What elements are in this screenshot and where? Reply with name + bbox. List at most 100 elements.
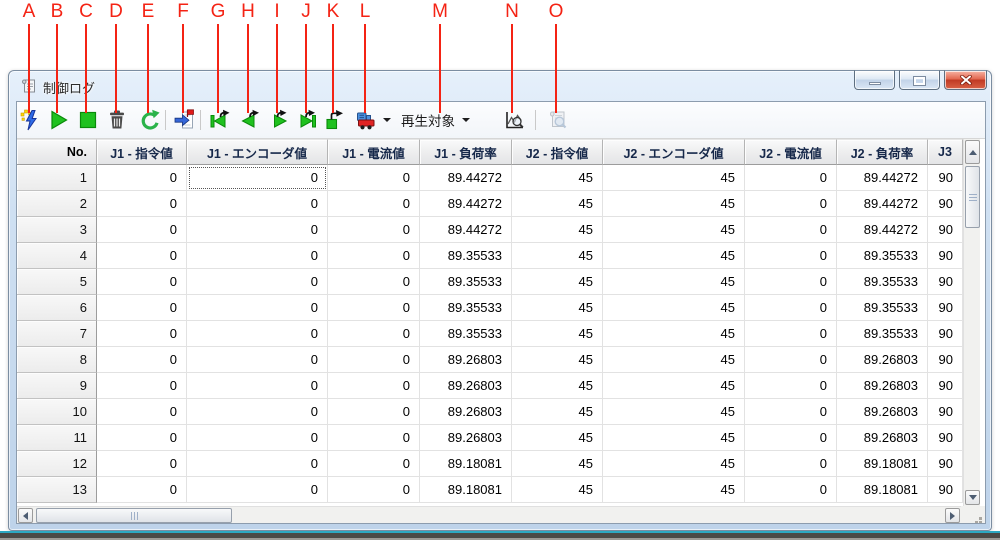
data-cell[interactable]: 0 [328, 321, 420, 347]
data-cell[interactable]: 0 [745, 399, 837, 425]
data-cell[interactable]: 45 [603, 425, 745, 451]
data-cell[interactable]: 0 [187, 451, 328, 477]
scroll-up-button[interactable] [965, 140, 980, 164]
data-cell[interactable]: 89.26803 [837, 373, 928, 399]
data-cell[interactable]: 0 [97, 477, 187, 503]
step-forward-button[interactable] [268, 109, 290, 131]
data-cell[interactable]: 45 [512, 295, 603, 321]
data-cell[interactable]: 90 [928, 425, 963, 451]
resize-grip-icon[interactable] [979, 517, 982, 520]
data-cell[interactable]: 45 [603, 165, 745, 191]
row-header-cell[interactable]: 4 [17, 243, 97, 269]
vertical-scrollbar[interactable] [963, 139, 980, 506]
row-header-cell[interactable]: 10 [17, 399, 97, 425]
row-header-cell[interactable]: 7 [17, 321, 97, 347]
column-header[interactable]: J2 - 電流値 [745, 139, 837, 165]
delete-button[interactable] [106, 109, 128, 131]
data-cell[interactable]: 89.26803 [420, 347, 512, 373]
data-cell[interactable]: 0 [187, 477, 328, 503]
data-cell[interactable]: 45 [603, 243, 745, 269]
data-cell[interactable]: 0 [187, 347, 328, 373]
data-cell[interactable]: 0 [745, 269, 837, 295]
data-cell[interactable]: 0 [97, 191, 187, 217]
data-cell[interactable]: 0 [745, 451, 837, 477]
detail-button[interactable] [547, 109, 569, 131]
maximize-button[interactable] [899, 70, 940, 90]
data-cell[interactable]: 45 [512, 321, 603, 347]
column-header[interactable]: J2 - 負荷率 [837, 139, 928, 165]
column-header[interactable]: J2 - 指令値 [512, 139, 603, 165]
data-cell[interactable]: 0 [745, 191, 837, 217]
data-cell[interactable]: 0 [187, 269, 328, 295]
data-cell[interactable]: 45 [512, 191, 603, 217]
data-cell[interactable]: 89.26803 [837, 425, 928, 451]
column-header[interactable]: J1 - 負荷率 [420, 139, 512, 165]
data-cell[interactable]: 0 [97, 269, 187, 295]
data-cell[interactable]: 90 [928, 269, 963, 295]
data-cell[interactable]: 0 [187, 295, 328, 321]
column-header[interactable]: No. [17, 139, 97, 165]
row-header-cell[interactable]: 6 [17, 295, 97, 321]
scroll-right-button[interactable] [945, 508, 960, 523]
refresh-button[interactable] [139, 109, 161, 131]
data-cell[interactable]: 90 [928, 191, 963, 217]
data-cell[interactable]: 45 [603, 451, 745, 477]
data-cell[interactable]: 0 [328, 347, 420, 373]
data-cell[interactable]: 0 [187, 243, 328, 269]
stop-button[interactable] [77, 109, 99, 131]
data-cell[interactable]: 0 [187, 321, 328, 347]
export-button[interactable] [174, 109, 196, 131]
data-cell[interactable]: 0 [97, 243, 187, 269]
go-last-button[interactable] [297, 109, 319, 131]
title-bar[interactable]: 制御ログ [9, 71, 991, 101]
data-cell[interactable]: 89.35533 [420, 269, 512, 295]
data-cell[interactable]: 45 [512, 269, 603, 295]
data-cell[interactable]: 0 [328, 425, 420, 451]
column-header[interactable]: J2 - エンコーダ値 [603, 139, 745, 165]
data-cell[interactable]: 89.35533 [837, 243, 928, 269]
scroll-down-button[interactable] [965, 490, 980, 505]
data-cell[interactable]: 89.35533 [420, 321, 512, 347]
data-cell[interactable]: 0 [745, 425, 837, 451]
data-cell[interactable]: 45 [603, 347, 745, 373]
data-cell[interactable]: 0 [187, 425, 328, 451]
data-cell[interactable]: 0 [187, 399, 328, 425]
data-cell[interactable]: 0 [97, 217, 187, 243]
data-cell[interactable]: 45 [603, 373, 745, 399]
data-cell[interactable]: 89.44272 [420, 191, 512, 217]
move-to-button[interactable] [324, 109, 346, 131]
data-cell[interactable]: 0 [187, 217, 328, 243]
data-cell[interactable]: 89.26803 [420, 373, 512, 399]
data-cell[interactable]: 45 [512, 425, 603, 451]
data-cell[interactable]: 0 [328, 295, 420, 321]
device-dropdown-arrow-icon[interactable] [383, 118, 391, 122]
column-header[interactable]: J3 [928, 139, 963, 165]
data-cell[interactable]: 45 [512, 243, 603, 269]
row-header-cell[interactable]: 9 [17, 373, 97, 399]
data-cell[interactable]: 45 [603, 191, 745, 217]
data-cell[interactable]: 89.44272 [420, 217, 512, 243]
data-cell[interactable]: 0 [97, 295, 187, 321]
data-cell[interactable]: 0 [97, 373, 187, 399]
data-cell[interactable]: 45 [512, 347, 603, 373]
data-cell[interactable]: 90 [928, 165, 963, 191]
column-header[interactable]: J1 - エンコーダ値 [187, 139, 328, 165]
data-cell[interactable]: 0 [187, 165, 328, 191]
data-cell[interactable]: 89.35533 [837, 269, 928, 295]
data-cell[interactable]: 45 [603, 321, 745, 347]
data-cell[interactable]: 45 [512, 217, 603, 243]
run-button[interactable] [20, 109, 42, 131]
row-header-cell[interactable]: 13 [17, 477, 97, 503]
playback-target-dropdown[interactable]: 再生対象 [397, 109, 474, 131]
data-cell[interactable]: 0 [745, 373, 837, 399]
data-cell[interactable]: 0 [745, 347, 837, 373]
data-cell[interactable]: 45 [512, 373, 603, 399]
data-cell[interactable]: 45 [512, 451, 603, 477]
data-cell[interactable]: 0 [328, 243, 420, 269]
minimize-button[interactable] [854, 70, 895, 90]
data-cell[interactable]: 0 [328, 269, 420, 295]
data-cell[interactable]: 89.26803 [420, 425, 512, 451]
data-cell[interactable]: 0 [97, 425, 187, 451]
row-header-cell[interactable]: 5 [17, 269, 97, 295]
row-header-cell[interactable]: 11 [17, 425, 97, 451]
